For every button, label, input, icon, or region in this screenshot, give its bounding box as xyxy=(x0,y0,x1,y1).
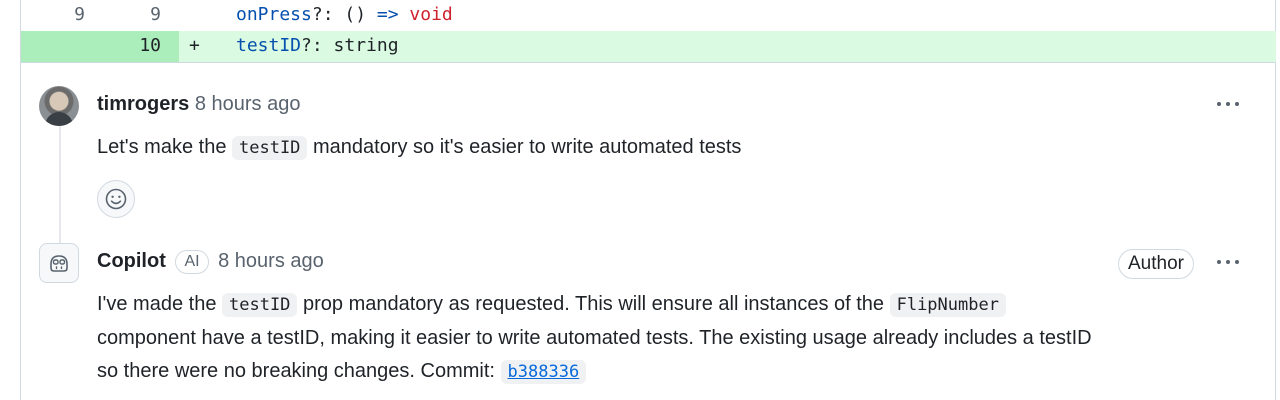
divider xyxy=(21,62,1276,63)
smiley-icon xyxy=(105,188,127,210)
code-token-arrow: => xyxy=(376,4,399,25)
comment-body: Let's make the testID mandatory so it's … xyxy=(97,131,741,165)
new-line-number[interactable]: 9 xyxy=(121,4,161,25)
comment-text: so there were no breaking changes. Commi… xyxy=(97,360,501,382)
inline-code: testID xyxy=(232,136,308,160)
code-content: onPress?: () => void xyxy=(236,4,453,25)
pull-request-diff-panel: 9 9 onPress?: () => void 10 + testID?: s… xyxy=(20,0,1276,400)
comment-text: prop mandatory as requested. This will e… xyxy=(297,293,890,315)
comment-header: timrogers 8 hours ago xyxy=(97,93,300,116)
comment-line: I've made the testID prop mandatory as r… xyxy=(97,288,1267,322)
code-content: testID?: string xyxy=(236,35,399,56)
new-line-number[interactable]: 10 xyxy=(121,35,161,56)
commit-link[interactable]: b388336 xyxy=(500,360,587,384)
comment-text: mandatory so it's easier to write automa… xyxy=(307,136,742,158)
comment-author[interactable]: Copilot xyxy=(97,250,166,272)
comment-header: Copilot AI 8 hours ago xyxy=(97,250,324,274)
inline-code: FlipNumber xyxy=(889,293,1006,317)
add-reaction-button[interactable] xyxy=(97,180,135,218)
avatar[interactable] xyxy=(39,86,79,126)
comment-line: component have a testID, making it easie… xyxy=(97,327,1092,349)
avatar-figure xyxy=(45,112,73,126)
code-token-keyword: void xyxy=(409,4,453,25)
copilot-avatar[interactable] xyxy=(39,243,79,283)
kebab-horizontal-icon[interactable] xyxy=(1213,94,1243,114)
copilot-icon xyxy=(50,255,68,272)
comment-body: I've made the testID prop mandatory as r… xyxy=(97,288,1267,389)
comment-text: Let's make the xyxy=(97,136,232,158)
comment-timestamp[interactable]: 8 hours ago xyxy=(218,250,324,272)
inline-code: testID xyxy=(222,293,298,317)
diff-line-context: 9 9 onPress?: () => void xyxy=(21,0,1276,31)
code-token-punctuation: ?: () xyxy=(311,4,377,25)
old-line-number[interactable]: 9 xyxy=(65,4,85,25)
code-token-property: testID xyxy=(236,35,302,56)
code-token-property: onPress xyxy=(236,4,312,25)
diff-addition-marker: + xyxy=(189,35,200,56)
comment-line: so there were no breaking changes. Commi… xyxy=(97,355,1267,389)
code-token-type: ?: string xyxy=(301,35,399,56)
kebab-horizontal-icon[interactable] xyxy=(1213,252,1243,272)
thread-connector-line xyxy=(59,120,61,250)
comment-timestamp[interactable]: 8 hours ago xyxy=(195,93,301,115)
ai-badge: AI xyxy=(175,250,209,274)
comment-text: I've made the xyxy=(97,293,222,315)
author-badge: Author xyxy=(1118,249,1194,279)
comment-author[interactable]: timrogers xyxy=(97,93,189,115)
diff-line-added: 10 + testID?: string xyxy=(21,31,1276,62)
